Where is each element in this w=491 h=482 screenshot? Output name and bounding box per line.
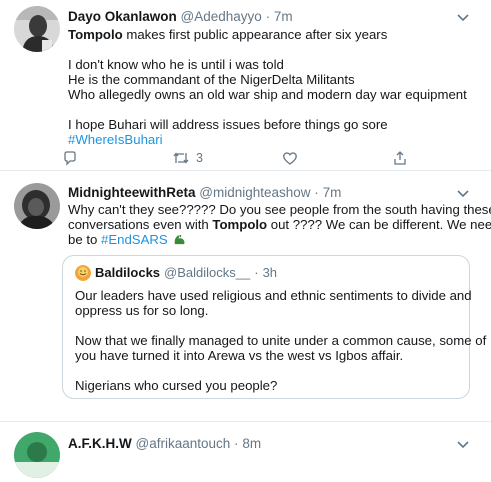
handle[interactable]: @midnighteashow [199,185,310,200]
timestamp[interactable]: 8m [242,436,261,451]
quoted-tweet[interactable]: Baldilocks @Baldilocks__ · 3h Our leader… [62,255,486,399]
chevron-down-icon[interactable] [454,8,472,26]
text-line: Nigerians who cursed you people? [75,378,278,393]
handle[interactable]: @Adedhayyo [181,9,262,24]
separator: · [234,436,239,451]
display-name[interactable]: Dayo Okanlawon [68,9,177,24]
share-icon [394,151,406,165]
timestamp[interactable]: 3h [263,265,277,281]
separator: · [314,185,319,200]
display-name[interactable]: MidnighteewithReta [68,185,196,200]
text-line: Our leaders have used religious and ethn… [75,288,472,303]
text-line: you have turned it into Arewa vs the wes… [75,348,404,363]
chevron-down-icon[interactable] [454,184,472,202]
mention-tompolo: Tompolo [68,27,123,42]
quoted-tweet-text: Our leaders have used religious and ethn… [75,288,486,393]
handle[interactable]: @Baldilocks__ [164,265,250,281]
mention-tompolo: Tompolo [212,217,268,232]
display-name[interactable]: Baldilocks [95,265,160,281]
timestamp[interactable]: 7m [323,185,342,200]
avatar[interactable] [14,6,60,52]
tweet-text: Tompolo makes first public appearance af… [68,27,467,147]
flexed-arm-emoji [175,234,185,245]
handle[interactable]: @afrikaantouch [136,436,231,451]
text-line: Why can't they see????? Do you see peopl… [68,202,491,217]
hashtag-link[interactable]: #WhereIsBuhari [68,132,163,147]
tweet-header: MidnighteewithReta @midnighteashow · 7m [68,185,341,201]
retweet-icon [173,152,189,164]
text-line: makes first public appearance after six … [122,27,388,42]
text-line: He is the commandant of the NigerDelta M… [68,72,355,87]
tweet-midnighteewithreta[interactable]: MidnighteewithReta @midnighteashow · 7m … [0,171,491,422]
tweet-text: Why can't they see????? Do you see peopl… [68,202,491,247]
like-button[interactable] [282,150,298,166]
text-line: out ???? We can be different. We need to [267,217,491,232]
text-line: oppress us for so long. [75,303,209,318]
separator: · [254,265,259,280]
share-button[interactable] [392,150,408,166]
retweet-button[interactable]: 3 [172,150,203,166]
tweet-dayo[interactable]: Dayo Okanlawon @Adedhayyo · 7m Tompolo m… [0,0,491,171]
action-bar: 3 [62,150,482,168]
avatar[interactable] [75,265,91,281]
retweet-count: 3 [196,151,203,165]
heart-icon [283,152,297,165]
text-line: I hope Buhari will address issues before… [68,117,388,132]
text-line: be to [68,232,101,247]
text-line: Now that we finally managed to unite und… [75,333,487,348]
display-name[interactable]: A.F.K.H.W [68,436,132,451]
reply-icon [64,151,76,166]
text-line: Who allegedly owns an old war ship and m… [68,87,467,102]
chevron-down-icon[interactable] [454,435,472,453]
tweet-afkhw[interactable]: A.F.K.H.W @afrikaantouch · 8m [0,422,491,482]
text-line: conversations even with [68,217,213,232]
timestamp[interactable]: 7m [274,9,293,24]
avatar[interactable] [14,432,60,478]
hashtag-link[interactable]: #EndSARS [101,232,168,247]
quoted-tweet-header: Baldilocks @Baldilocks__ · 3h [75,265,277,281]
avatar[interactable] [14,183,60,229]
reply-button[interactable] [62,150,78,166]
separator: · [265,9,271,24]
text-line: I don't know who he is until i was told [68,57,284,72]
tweet-header: Dayo Okanlawon @Adedhayyo · 7m [68,9,293,25]
